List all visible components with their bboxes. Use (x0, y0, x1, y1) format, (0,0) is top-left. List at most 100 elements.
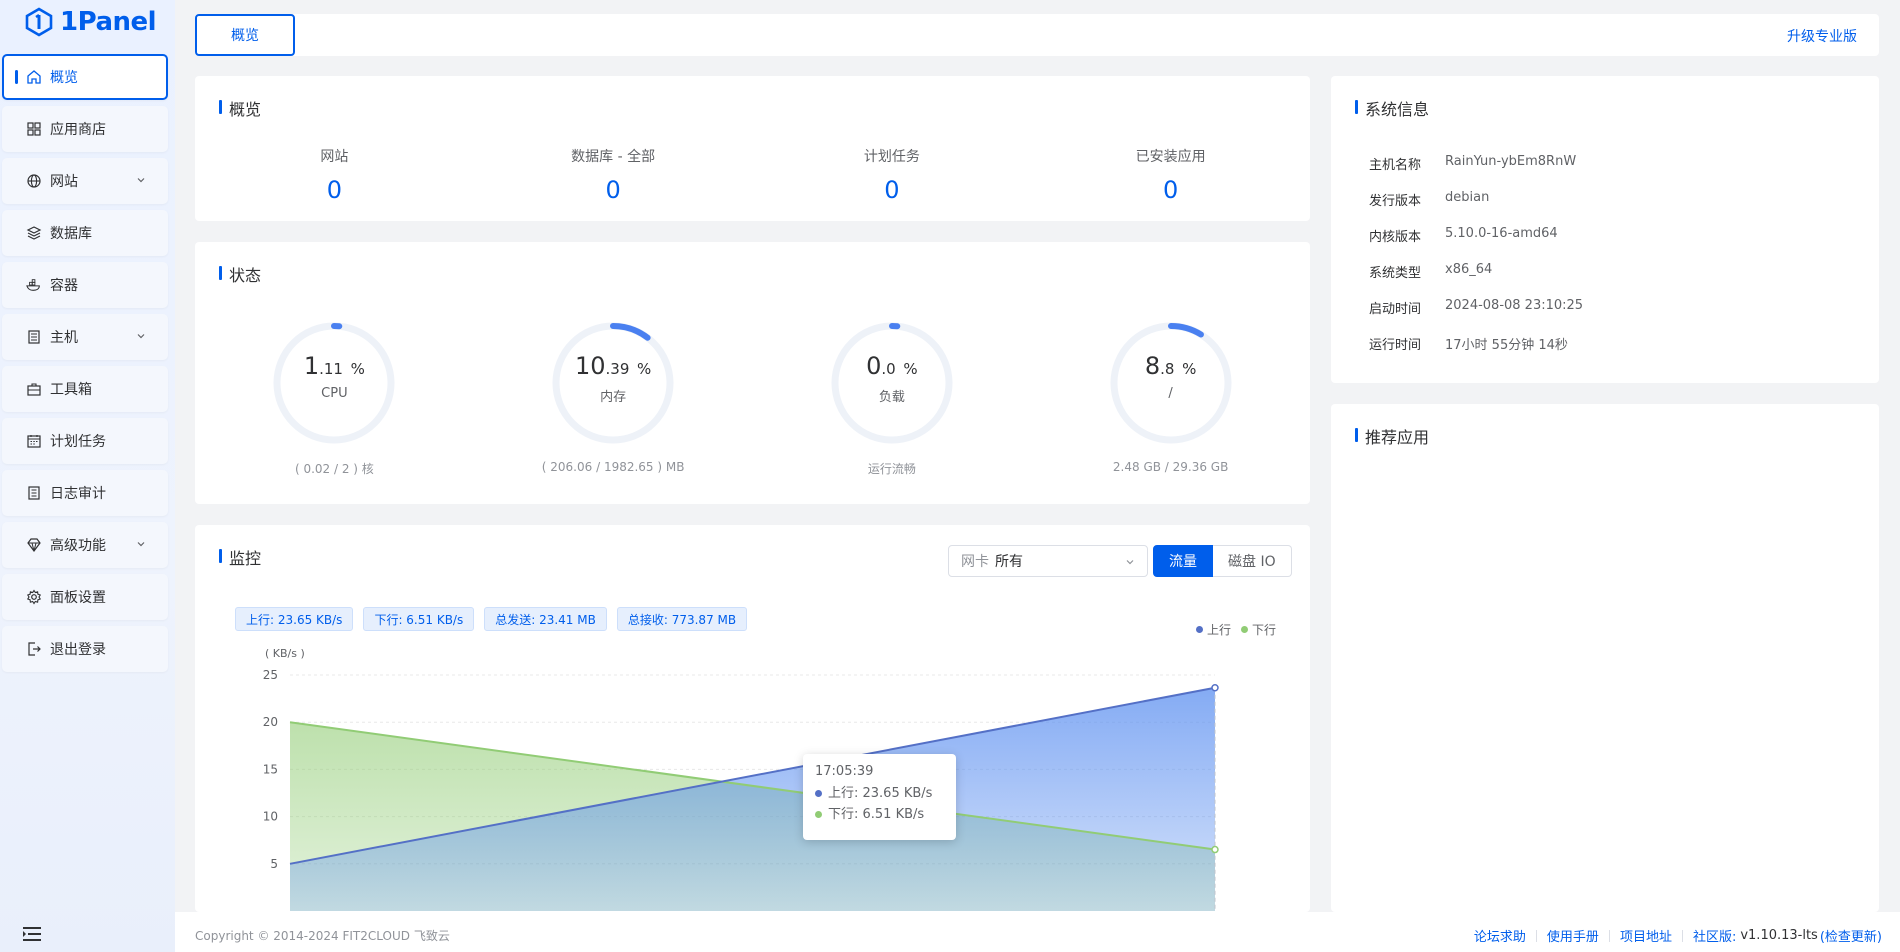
sidebar-item-label: 退出登录 (50, 642, 106, 658)
logo[interactable]: 1Panel (0, 0, 175, 44)
traffic-chart[interactable]: 5 10 15 20 25 ( KB/s ) (195, 525, 1310, 912)
info-row-hostname: 主机名称 RainYun-ybEm8RnW (1369, 154, 1577, 173)
gauge-load[interactable]: 0.0 % 负载 运行流畅 (753, 318, 1032, 477)
sidebar-item-label: 日志审计 (50, 486, 106, 502)
gauge-disk[interactable]: 8.8 % / 2.48 GB / 29.36 GB (1031, 318, 1310, 477)
gauge-cpu[interactable]: 1.11 % CPU ( 0.02 / 2 ) 核 (195, 318, 474, 477)
sidebar-item-logout[interactable]: 退出登录 (2, 626, 168, 672)
chevron-down-icon (137, 542, 145, 547)
chevron-down-icon (137, 178, 145, 183)
stat-value[interactable]: 0 (753, 176, 1032, 204)
info-row-arch: 系统类型 x86_64 (1369, 262, 1493, 281)
gauge-ring: 10.39 % 内存 (548, 318, 678, 448)
sysinfo-title: 系统信息 (1355, 96, 1429, 120)
sidebar-item-host[interactable]: 主机 (2, 314, 168, 360)
toolbox-icon (26, 381, 42, 397)
top-bar: 概览 升级专业版 (195, 14, 1879, 56)
globe-icon (26, 173, 42, 189)
legend-dot (815, 811, 822, 818)
gauge-value: 1.11 % (303, 352, 365, 380)
gauge-value: 8.8 % (1144, 352, 1197, 380)
sidebar-item-database[interactable]: 数据库 (2, 210, 168, 256)
y-tick-label: 10 (263, 810, 278, 824)
sidebar-item-label: 高级功能 (50, 538, 106, 554)
sidebar-item-overview[interactable]: 概览 (2, 54, 168, 100)
divider (1535, 929, 1537, 942)
stat-databases[interactable]: 数据库 - 全部 0 (474, 146, 753, 204)
sidebar-item-label: 网站 (50, 174, 78, 190)
sidebar-item-label: 计划任务 (50, 434, 106, 450)
check-update-link[interactable]: (检查更新) (1820, 926, 1882, 945)
edition-link[interactable]: 社区版: (1693, 926, 1736, 945)
stat-websites[interactable]: 网站 0 (195, 146, 474, 204)
gauge-name: 内存 (600, 390, 627, 405)
sidebar-item-toolbox[interactable]: 工具箱 (2, 366, 168, 412)
divider (1681, 929, 1683, 942)
diamond-icon (26, 537, 42, 553)
footer-links: 论坛求助 使用手册 项目地址 社区版: v1.10.13-lts (检查更新) (1474, 926, 1882, 945)
gauge-ring: 0.0 % 负载 (827, 318, 957, 448)
stat-cronjobs[interactable]: 计划任务 0 (753, 146, 1032, 204)
stat-installed-apps[interactable]: 已安装应用 0 (1031, 146, 1310, 204)
gauge-memory[interactable]: 10.39 % 内存 ( 206.06 / 1982.65 ) MB (474, 318, 753, 477)
logout-icon (26, 641, 42, 657)
docs-link[interactable]: 使用手册 (1547, 926, 1599, 945)
sidebar-item-label: 应用商店 (50, 122, 106, 138)
version-text: v1.10.13-lts (1740, 928, 1818, 943)
sidebar-item-advanced[interactable]: 高级功能 (2, 522, 168, 568)
legend-dot (815, 790, 822, 797)
data-point (1211, 683, 1219, 692)
tooltip-row-download: 下行: 6.51 KB/s (815, 804, 944, 825)
stat-value[interactable]: 0 (195, 176, 474, 204)
gauges: 1.11 % CPU ( 0.02 / 2 ) 核 10.39 % 内存 ( 2… (195, 318, 1310, 477)
sysinfo-list: 主机名称 RainYun-ybEm8RnW 发行版本 debian 内核版本 5.10… (1369, 154, 1583, 370)
sidebar-item-label: 面板设置 (50, 590, 106, 606)
sidebar-item-app-store[interactable]: 应用商店 (2, 106, 168, 152)
gauge-ring: 1.11 % CPU (269, 318, 399, 448)
footer: Copyright © 2014-2024 FIT2CLOUD 飞致云 论坛求助… (175, 912, 1900, 952)
gauge-center: 0.0 % 负载 (827, 352, 957, 405)
gauge-center: 1.11 % CPU (269, 352, 399, 401)
overview-card: 概览 网站 0 数据库 - 全部 0 计划任务 0 已安装应用 0 (195, 76, 1310, 221)
stat-label: 网站 (320, 149, 349, 165)
upgrade-pro-link[interactable]: 升级专业版 (1787, 26, 1857, 46)
sidebar-item-container[interactable]: 容器 (2, 262, 168, 308)
logo-text: 1Panel (60, 7, 157, 37)
sidebar-item-settings[interactable]: 面板设置 (2, 574, 168, 620)
gauge-ring: 8.8 % / (1106, 318, 1236, 448)
gauge-center: 8.8 % / (1106, 352, 1236, 401)
gauge-foot: 2.48 GB / 29.36 GB (1112, 460, 1229, 474)
log-icon (26, 485, 42, 501)
monitor-card: 监控 网卡 所有 流量 磁盘 IO 上行: 23.65 KB/s 下行: 6.5… (195, 525, 1310, 912)
stat-value[interactable]: 0 (1031, 176, 1310, 204)
gauge-foot: ( 206.06 / 1982.65 ) MB (541, 460, 685, 474)
recommend-card: 推荐应用 (1331, 404, 1879, 912)
y-tick-label: 20 (263, 715, 278, 729)
logo-icon (25, 7, 53, 37)
grid-icon (26, 121, 42, 137)
sidebar-item-label: 容器 (50, 278, 78, 294)
sidebar-item-cronjob[interactable]: 计划任务 (2, 418, 168, 464)
tab-overview[interactable]: 概览 (195, 14, 295, 56)
home-icon (26, 69, 42, 85)
tooltip-time: 17:05:39 (815, 764, 874, 779)
sidebar-item-website[interactable]: 网站 (2, 158, 168, 204)
data-point (1211, 845, 1219, 854)
forum-link[interactable]: 论坛求助 (1474, 926, 1526, 945)
info-row-distro: 发行版本 debian (1369, 190, 1490, 209)
sidebar-item-label: 概览 (50, 70, 78, 86)
y-tick-label: 5 (270, 857, 278, 871)
menu-collapse-icon[interactable] (22, 926, 42, 942)
overview-title: 概览 (219, 96, 261, 120)
status-title: 状态 (219, 262, 261, 286)
y-tick-label: 15 (263, 762, 278, 776)
gauge-name: CPU (321, 386, 348, 401)
stat-value[interactable]: 0 (474, 176, 753, 204)
sidebar-item-log-audit[interactable]: 日志审计 (2, 470, 168, 516)
github-link[interactable]: 项目地址 (1620, 926, 1672, 945)
layers-icon (26, 225, 42, 241)
sidebar-menu: 概览 应用商店 网站 数据库 容器 主机 工具箱 计划任务 日志审计 高级功能 … (2, 54, 168, 678)
y-axis-label: ( KB/s ) (265, 647, 305, 660)
info-row-kernel: 内核版本 5.10.0-16-amd64 (1369, 226, 1558, 245)
server-icon (26, 329, 42, 345)
